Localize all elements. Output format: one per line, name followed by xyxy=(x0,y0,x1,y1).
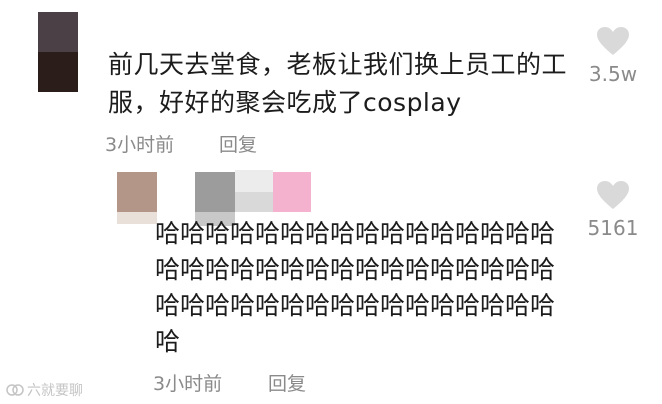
watermark-text: 六就要聊 xyxy=(27,383,83,399)
heart-icon xyxy=(597,181,629,209)
reply-like-count: 5161 xyxy=(587,216,639,240)
mosaic-tile xyxy=(157,170,195,198)
mosaic-tile xyxy=(235,170,273,192)
reply-reply-button[interactable]: 回复 xyxy=(268,369,306,396)
watermark-logo-icon xyxy=(6,384,24,396)
avatar-mosaic-tile xyxy=(38,12,78,52)
comment-body: 前几天去堂食，老板让我们换上员工的工服，好好的聚会吃成了cosplay xyxy=(108,50,568,117)
mosaic-tile xyxy=(195,172,235,212)
mosaic-tile xyxy=(273,172,311,212)
commenter-avatar[interactable] xyxy=(38,12,78,92)
comment-timestamp: 3小时前 xyxy=(105,134,175,156)
reply-like-button[interactable]: 5161 xyxy=(583,180,643,240)
mosaic-tile xyxy=(235,192,273,212)
reply-timestamp: 3小时前 xyxy=(153,373,223,395)
comment-reply-button[interactable]: 回复 xyxy=(219,130,257,157)
mosaic-tile xyxy=(117,212,157,224)
comment-like-count: 3.5w xyxy=(588,62,638,86)
mosaic-tile xyxy=(117,172,157,212)
avatar-mosaic-tile xyxy=(38,52,78,92)
watermark: 六就要聊 xyxy=(6,380,83,400)
comment-like-button[interactable]: 3.5w xyxy=(583,26,643,86)
reply-body: 哈哈哈哈哈哈哈哈哈哈哈哈哈哈哈哈哈哈哈哈哈哈哈哈哈哈哈哈哈哈哈哈哈哈哈哈哈哈哈哈… xyxy=(155,219,556,356)
heart-icon xyxy=(597,27,629,55)
